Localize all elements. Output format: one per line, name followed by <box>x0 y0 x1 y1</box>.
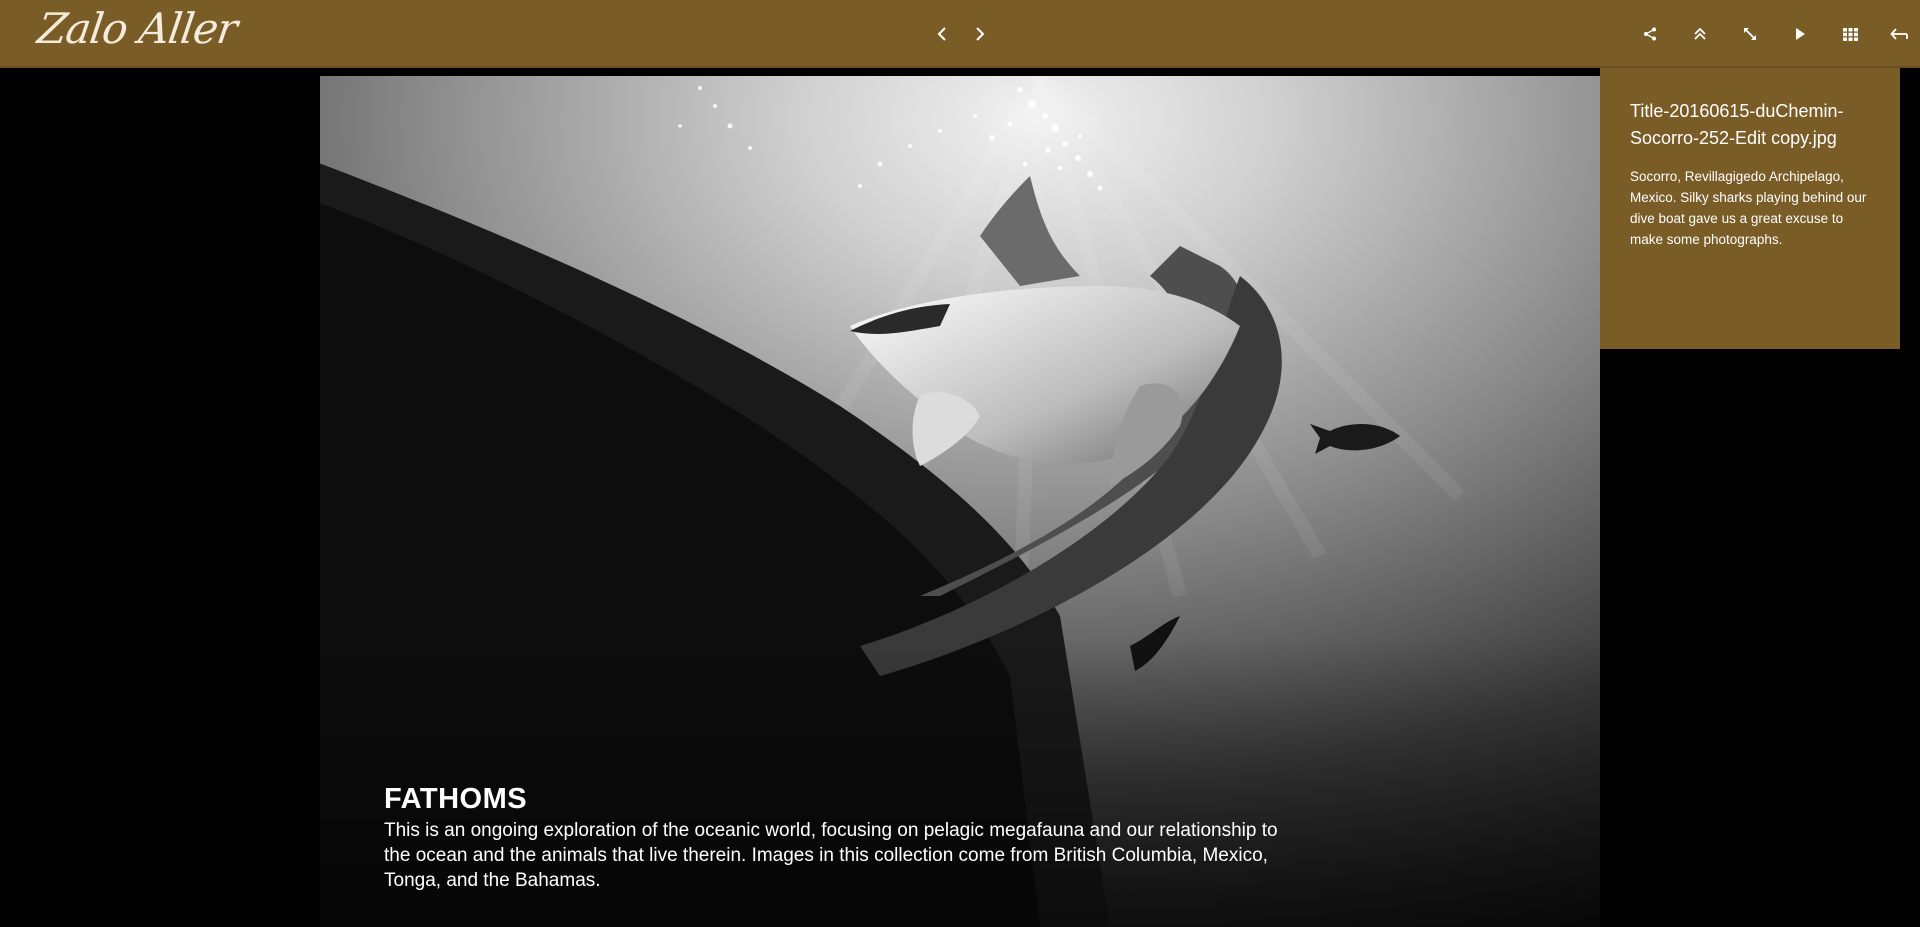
image-filename: Title-20160615-duChemin-Socorro-252-Edit… <box>1630 101 1844 148</box>
image-navigation <box>930 20 992 48</box>
image-stage[interactable]: FATHOMS This is an ongoing exploration o… <box>320 76 1600 927</box>
collection-caption: FATHOMS This is an ongoing exploration o… <box>384 782 1304 893</box>
previous-image-button[interactable] <box>930 20 954 48</box>
grid-icon <box>1842 27 1858 41</box>
show-info-button[interactable] <box>1688 20 1712 48</box>
back-arrow-icon <box>1890 28 1908 40</box>
collection-description: This is an ongoing exploration of the oc… <box>384 820 1278 891</box>
grid-view-button[interactable] <box>1838 20 1862 48</box>
share-icon <box>1644 27 1656 41</box>
slideshow-play-button[interactable] <box>1788 20 1812 48</box>
site-logo[interactable]: Zalo Aller <box>35 4 240 53</box>
next-image-button[interactable] <box>968 20 992 48</box>
back-button[interactable] <box>1888 20 1912 48</box>
viewer-toolbar <box>1638 20 1912 48</box>
chevron-right-icon <box>976 27 985 41</box>
image-description: Socorro, Revillagigedo Archipelago, Mexi… <box>1630 169 1867 247</box>
chevron-left-icon <box>937 27 946 41</box>
top-bar: Zalo Aller <box>0 0 1920 68</box>
double-chevron-up-icon <box>1694 27 1706 40</box>
play-icon <box>1796 28 1805 40</box>
fullscreen-button[interactable] <box>1738 20 1762 48</box>
image-info-panel: Title-20160615-duChemin-Socorro-252-Edit… <box>1600 68 1900 349</box>
share-button[interactable] <box>1638 20 1662 48</box>
collection-title: FATHOMS <box>384 783 528 815</box>
expand-icon <box>1744 28 1756 40</box>
